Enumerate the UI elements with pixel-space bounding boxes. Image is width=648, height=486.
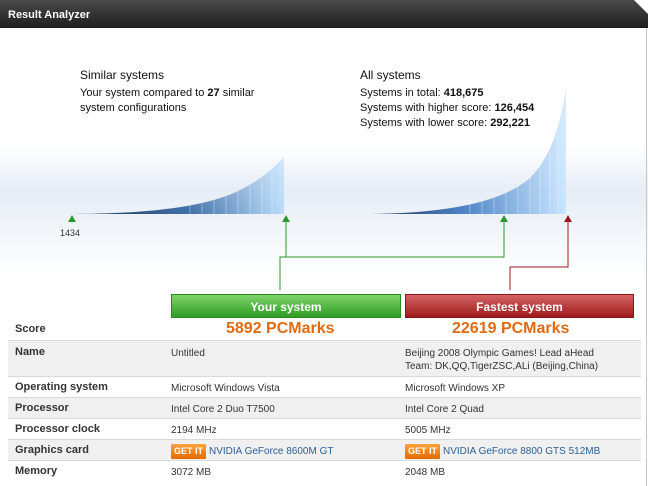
your-system-connector-right <box>280 222 505 258</box>
your-os: Microsoft Windows Vista <box>171 383 280 394</box>
row-processor: Processor Intel Core 2 Duo T7500 Intel C… <box>8 397 641 419</box>
row-processor-clock: Processor clock 2194 MHz 5005 MHz <box>8 418 641 440</box>
fastest-memory: 2048 MB <box>405 467 446 478</box>
all-systems-chart <box>360 88 572 222</box>
fastest-graphics: GET IT NVIDIA GeForce 8800 GTS 512MB <box>405 444 600 459</box>
row-operating-system: Operating system Microsoft Windows Vista… <box>8 376 641 398</box>
get-it-button-fastest[interactable]: GET IT <box>405 444 440 459</box>
memory-label: Memory <box>15 465 58 477</box>
fastest-name-line1: Beijing 2008 Olympic Games! Lead aHead <box>405 348 594 359</box>
os-label: Operating system <box>15 381 108 393</box>
fastest-marker-icon <box>564 215 572 222</box>
your-memory: 3072 MB <box>171 467 212 478</box>
your-clock: 2194 MHz <box>171 425 217 436</box>
row-memory: Memory 3072 MB 2048 MB <box>8 460 641 482</box>
fastest-connector <box>509 222 569 290</box>
title-bar: Result Analyzer <box>0 0 648 28</box>
similar-systems-chart <box>68 157 290 222</box>
processor-label: Processor <box>15 402 69 414</box>
get-it-button[interactable]: GET IT <box>171 444 206 459</box>
your-system-marker-icon <box>282 215 290 222</box>
clock-label: Processor clock <box>15 423 100 435</box>
your-name: Untitled <box>171 348 205 359</box>
fastest-name-line2: Team: DK,QQ,TigerZSC,ALi (Beijing,China) <box>405 361 599 372</box>
your-system-header: Your system <box>171 294 401 318</box>
score-label: Score <box>15 323 46 335</box>
row-score: Score 5892 PCMarks 22619 PCMarks <box>8 319 641 340</box>
min-score-label: 1434 <box>60 228 81 238</box>
fastest-clock: 5005 MHz <box>405 425 451 436</box>
row-name: Name Untitled Beijing 2008 Olympic Games… <box>8 340 641 377</box>
distribution-charts <box>68 88 572 290</box>
row-graphics-card: Graphics card GET IT NVIDIA GeForce 8600M… <box>8 439 641 461</box>
your-system-connector-left <box>279 222 287 290</box>
corner-decoration <box>634 0 648 14</box>
your-processor: Intel Core 2 Duo T7500 <box>171 404 275 415</box>
your-graphics-link[interactable]: NVIDIA GeForce 8600M GT <box>209 446 334 457</box>
min-marker-icon <box>68 215 76 222</box>
fastest-os: Microsoft Windows XP <box>405 383 506 394</box>
your-graphics: GET IT NVIDIA GeForce 8600M GT <box>171 444 334 459</box>
fastest-score: 22619 PCMarks <box>452 320 570 337</box>
graphics-label: Graphics card <box>15 444 89 456</box>
fastest-processor: Intel Core 2 Quad <box>405 404 484 415</box>
fastest-system-header: Fastest system <box>405 294 634 318</box>
window-title: Result Analyzer <box>8 9 91 21</box>
name-label: Name <box>15 346 45 358</box>
your-system-marker-all-icon <box>500 215 508 222</box>
your-score: 5892 PCMarks <box>226 320 335 337</box>
fastest-graphics-link[interactable]: NVIDIA GeForce 8800 GTS 512MB <box>443 446 600 457</box>
